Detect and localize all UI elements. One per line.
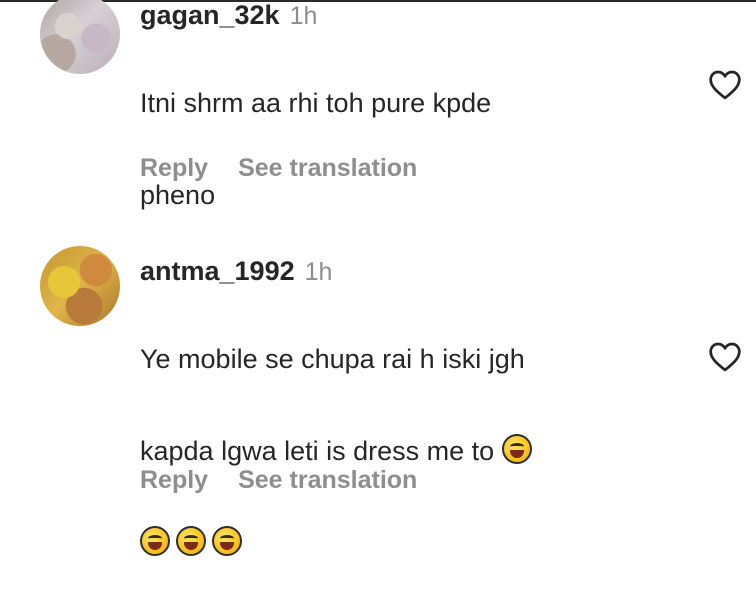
emoji-row <box>140 520 676 566</box>
heart-outline-icon[interactable] <box>708 70 742 100</box>
laughing-emoji-icon <box>176 526 206 556</box>
reply-button[interactable]: Reply <box>140 148 208 188</box>
comment-body: gagan_32k 1h Itni shrm aa rhi toh pure k… <box>140 0 676 264</box>
comment: gagan_32k 1h Itni shrm aa rhi toh pure k… <box>0 0 756 210</box>
heart-outline-icon[interactable] <box>708 342 742 372</box>
comment-body: antma_1992 1h Ye mobile se chupa rai h i… <box>140 252 676 612</box>
timestamp: 1h <box>289 2 318 30</box>
comment: antma_1992 1h Ye mobile se chupa rai h i… <box>0 236 756 556</box>
comment-header: antma_1992 1h <box>140 252 676 290</box>
comment-text: Ye mobile se chupa rai h iski jgh kapda … <box>140 290 676 612</box>
comment-actions: Reply See translation <box>140 460 417 500</box>
avatar[interactable] <box>40 246 120 326</box>
timestamp: 1h <box>304 258 333 286</box>
see-translation-button[interactable]: See translation <box>238 148 417 188</box>
username[interactable]: antma_1992 <box>140 252 295 290</box>
username[interactable]: gagan_32k <box>140 0 280 34</box>
laughing-emoji-icon <box>140 526 170 556</box>
comment-text-line: Itni shrm aa rhi toh pure kpde <box>140 88 492 118</box>
reply-button[interactable]: Reply <box>140 460 208 500</box>
comment-actions: Reply See translation <box>140 148 417 188</box>
avatar[interactable] <box>40 0 120 74</box>
laughing-emoji-icon <box>501 434 532 464</box>
comment-header: gagan_32k 1h <box>140 0 676 34</box>
comment-text-line: Ye mobile se chupa rai h iski jgh <box>140 344 525 374</box>
see-translation-button[interactable]: See translation <box>238 460 417 500</box>
laughing-emoji-icon <box>212 526 242 556</box>
